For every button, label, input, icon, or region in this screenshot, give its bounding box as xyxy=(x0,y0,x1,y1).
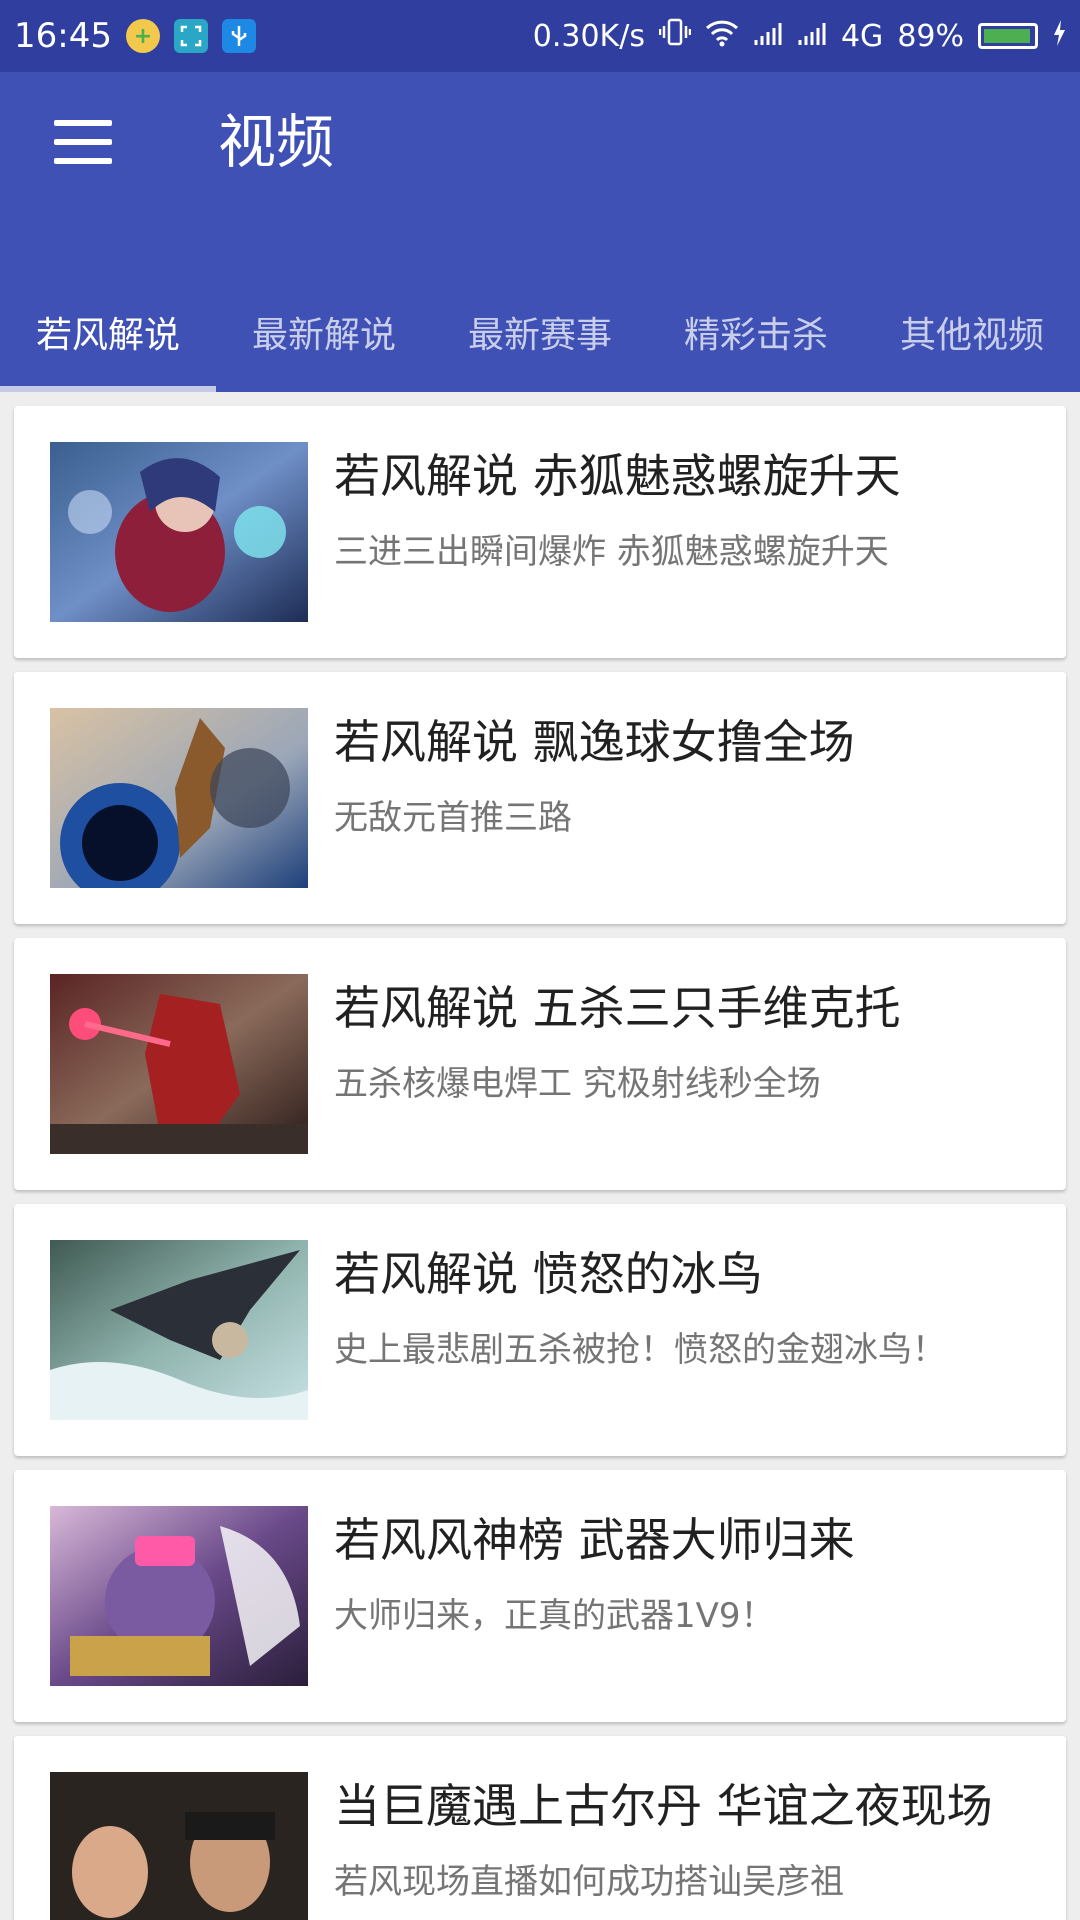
status-bar: 16:45 + 0.30K/s 4G 89% xyxy=(0,0,1080,72)
video-card[interactable]: 当巨魔遇上古尔丹 华谊之夜现场 若风现场直播如何成功搭讪吴彦祖 xyxy=(14,1736,1066,1920)
video-title: 当巨魔遇上古尔丹 华谊之夜现场 xyxy=(334,1779,993,1833)
video-thumbnail xyxy=(50,1772,308,1920)
signal-icon xyxy=(797,16,827,56)
app-bar: 视频 若风解说 最新解说 最新赛事 精彩击杀 其他视频 xyxy=(0,72,1080,392)
video-subtitle: 无敌元首推三路 xyxy=(334,798,572,838)
video-subtitle: 三进三出瞬间爆炸 赤狐魅惑螺旋升天 xyxy=(334,532,889,572)
video-card[interactable]: 若风解说 五杀三只手维克托 五杀核爆电焊工 究极射线秒全场 xyxy=(14,938,1066,1190)
video-title: 若风解说 五杀三只手维克托 xyxy=(334,981,901,1035)
vibrate-icon xyxy=(658,16,692,56)
status-time: 16:45 xyxy=(14,16,112,56)
usb-icon xyxy=(221,19,256,53)
tab-latest-matches[interactable]: 最新赛事 xyxy=(432,272,648,392)
video-card[interactable]: 若风风神榜 武器大师归来 大师归来，正真的武器1V9！ xyxy=(14,1470,1066,1722)
video-list: 若风解说 赤狐魅惑螺旋升天 三进三出瞬间爆炸 赤狐魅惑螺旋升天 若风解说 飘逸球… xyxy=(0,392,1080,1920)
video-thumbnail xyxy=(50,974,308,1154)
video-card[interactable]: 若风解说 愤怒的冰鸟 史上最悲剧五杀被抢！愤怒的金翅冰鸟！ xyxy=(14,1204,1066,1456)
video-subtitle: 若风现场直播如何成功搭讪吴彦祖 xyxy=(334,1862,844,1902)
video-subtitle: 史上最悲剧五杀被抢！愤怒的金翅冰鸟！ xyxy=(334,1330,946,1370)
video-card[interactable]: 若风解说 飘逸球女撸全场 无敌元首推三路 xyxy=(14,672,1066,924)
video-title: 若风风神榜 武器大师归来 xyxy=(334,1513,855,1567)
signal-icon xyxy=(753,16,783,56)
charging-icon xyxy=(1052,16,1066,56)
wifi-icon xyxy=(705,16,739,56)
tab-bar: 若风解说 最新解说 最新赛事 精彩击杀 其他视频 xyxy=(0,272,1080,392)
video-thumbnail xyxy=(50,442,308,622)
tab-other-videos[interactable]: 其他视频 xyxy=(864,272,1080,392)
battery-icon xyxy=(978,23,1038,49)
page-title: 视频 xyxy=(218,108,335,176)
video-title: 若风解说 赤狐魅惑螺旋升天 xyxy=(334,449,901,503)
video-thumbnail xyxy=(50,1240,308,1420)
video-title: 若风解说 飘逸球女撸全场 xyxy=(334,715,855,769)
tab-latest-commentary[interactable]: 最新解说 xyxy=(216,272,432,392)
hamburger-menu-icon[interactable] xyxy=(54,120,112,164)
video-thumbnail xyxy=(50,1506,308,1686)
video-thumbnail xyxy=(50,708,308,888)
plus-circle-icon: + xyxy=(125,19,160,53)
tab-highlight-kills[interactable]: 精彩击杀 xyxy=(648,272,864,392)
video-title: 若风解说 愤怒的冰鸟 xyxy=(334,1247,763,1301)
battery-percent: 89% xyxy=(897,18,964,54)
tab-ruofeng-commentary[interactable]: 若风解说 xyxy=(0,272,216,392)
network-speed: 0.30K/s xyxy=(532,18,645,54)
scan-icon xyxy=(173,19,208,53)
video-subtitle: 五杀核爆电焊工 究极射线秒全场 xyxy=(334,1064,821,1104)
video-card[interactable]: 若风解说 赤狐魅惑螺旋升天 三进三出瞬间爆炸 赤狐魅惑螺旋升天 xyxy=(14,406,1066,658)
video-subtitle: 大师归来，正真的武器1V9！ xyxy=(334,1596,775,1636)
network-type: 4G xyxy=(840,18,884,54)
